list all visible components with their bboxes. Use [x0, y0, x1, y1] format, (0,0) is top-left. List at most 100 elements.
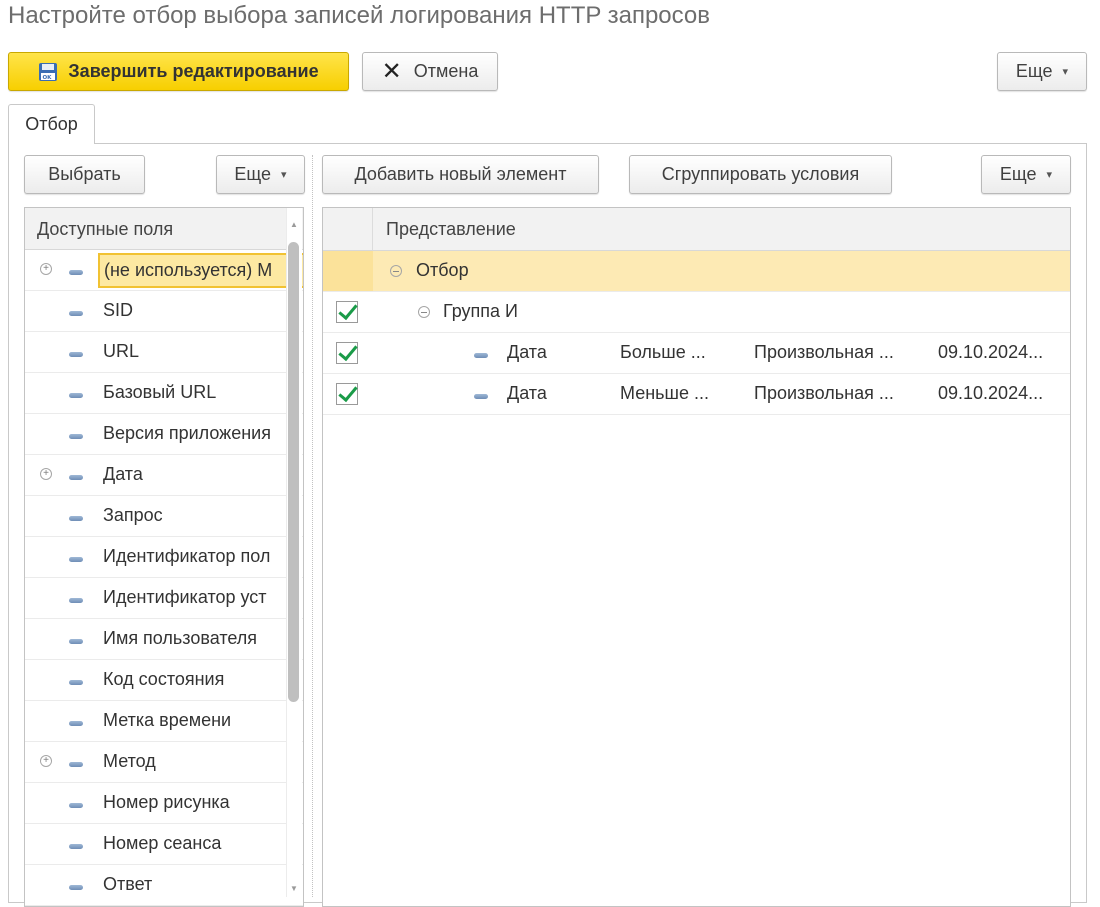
field-item[interactable]: + (не используется) М: [25, 250, 303, 291]
condition-checkbox[interactable]: [336, 383, 358, 405]
condition-comparison: Больше ...: [620, 342, 706, 362]
expand-plus-icon[interactable]: +: [40, 263, 52, 275]
field-icon: [69, 598, 83, 603]
condition-checkbox[interactable]: [336, 342, 358, 364]
field-icon: [69, 680, 83, 685]
field-item[interactable]: Запрос: [25, 496, 303, 537]
field-item[interactable]: SID: [25, 291, 303, 332]
group-conditions-label: Сгруппировать условия: [661, 164, 860, 184]
field-icon: [69, 844, 83, 849]
filter-condition-row[interactable]: Дата Меньше ... Произвольная ... 09.10.2…: [323, 374, 1070, 415]
toolbar-more-label: Еще: [1015, 61, 1053, 81]
condition-value-type: Произвольная ...: [754, 342, 894, 362]
tab-filter-label: Отбор: [25, 114, 78, 134]
floppy-disk-icon: OK: [39, 62, 58, 81]
field-item-label: Запрос: [103, 505, 163, 525]
group-conditions-button[interactable]: Сгруппировать условия: [629, 155, 892, 194]
field-item-label: Номер рисунка: [103, 792, 230, 812]
field-item[interactable]: Идентификатор уст: [25, 578, 303, 619]
field-item-label: Метод: [103, 751, 156, 771]
filter-root-row[interactable]: Отбор: [323, 251, 1070, 292]
check-column-header: [323, 208, 373, 250]
field-item-label: URL: [103, 341, 140, 361]
field-item[interactable]: Имя пользователя: [25, 619, 303, 660]
panel-splitter[interactable]: [312, 155, 313, 897]
select-label: Выбрать: [48, 164, 121, 184]
chevron-down-icon: ▾: [1046, 169, 1053, 181]
field-item-label: Идентификатор пол: [103, 546, 271, 566]
cancel-button[interactable]: ✕ Отмена: [362, 52, 498, 91]
fields-scrollbar-thumb[interactable]: [288, 242, 299, 702]
field-item-label: Метка времени: [103, 710, 232, 730]
chevron-down-icon: ▾: [281, 169, 287, 181]
field-icon: [69, 311, 83, 316]
available-fields-header: Доступные поля: [25, 208, 303, 250]
add-new-element-label: Добавить новый элемент: [354, 164, 567, 184]
field-icon: [474, 353, 488, 358]
field-item[interactable]: Идентификатор пол: [25, 537, 303, 578]
collapse-minus-icon[interactable]: [390, 265, 402, 277]
expand-plus-icon[interactable]: +: [40, 468, 52, 480]
field-item[interactable]: URL: [25, 332, 303, 373]
field-item[interactable]: Ответ: [25, 865, 303, 906]
field-item[interactable]: Версия приложения: [25, 414, 303, 455]
field-item[interactable]: Метка времени: [25, 701, 303, 742]
close-icon: ✕: [381, 57, 402, 85]
field-icon: [69, 270, 83, 275]
collapse-minus-icon[interactable]: [418, 306, 430, 318]
filter-group-row[interactable]: Группа И: [323, 292, 1070, 333]
field-item[interactable]: + Метод: [25, 742, 303, 783]
field-item-label: Дата: [103, 464, 143, 484]
field-item[interactable]: Базовый URL: [25, 373, 303, 414]
filter-group-label: Группа И: [443, 301, 518, 321]
root-check-cell: [323, 251, 373, 291]
field-item[interactable]: Код состояния: [25, 660, 303, 701]
left-more-label: Еще: [234, 164, 272, 184]
tab-filter[interactable]: Отбор: [8, 104, 95, 144]
field-icon: [69, 721, 83, 726]
field-icon: [69, 762, 83, 767]
field-icon: [69, 393, 83, 398]
toolbar-more-button[interactable]: Еще ▾: [997, 52, 1087, 91]
select-button[interactable]: Выбрать: [24, 155, 145, 194]
filter-conditions-grid: Представление Отбор Группа И Дата Больше…: [322, 207, 1071, 907]
field-item-label: Ответ: [103, 874, 153, 894]
chevron-down-icon: ▾: [1062, 66, 1069, 78]
condition-field: Дата: [507, 383, 547, 403]
finish-editing-label: Завершить редактирование: [68, 61, 319, 81]
field-icon: [69, 557, 83, 562]
field-item-label: SID: [103, 300, 134, 320]
field-item-label: Версия приложения: [103, 423, 271, 443]
field-icon: [69, 803, 83, 808]
field-item[interactable]: Номер рисунка: [25, 783, 303, 824]
condition-value: 09.10.2024...: [938, 383, 1044, 403]
filter-condition-row[interactable]: Дата Больше ... Произвольная ... 09.10.2…: [323, 333, 1070, 374]
field-icon: [69, 475, 83, 480]
condition-comparison: Меньше ...: [620, 383, 709, 403]
group-checkbox[interactable]: [336, 301, 358, 323]
field-item[interactable]: Номер сеанса: [25, 824, 303, 865]
field-icon: [69, 639, 83, 644]
condition-value-type: Произвольная ...: [754, 383, 894, 403]
grid-header: Представление: [323, 208, 1070, 251]
finish-editing-button[interactable]: OK Завершить редактирование: [8, 52, 349, 91]
scroll-down-arrow-icon[interactable]: ▼: [288, 884, 300, 893]
right-more-button[interactable]: Еще ▾: [981, 155, 1071, 194]
svg-text:OK: OK: [43, 75, 53, 81]
page-title: Настройте отбор выбора записей логирован…: [8, 2, 710, 29]
field-item-label: (не используется) М: [98, 253, 303, 288]
field-item[interactable]: + Дата: [25, 455, 303, 496]
left-more-button[interactable]: Еще ▾: [216, 155, 305, 194]
field-icon: [69, 885, 83, 890]
field-icon: [69, 352, 83, 357]
field-icon: [69, 434, 83, 439]
right-more-label: Еще: [999, 164, 1037, 184]
expand-plus-icon[interactable]: +: [40, 755, 52, 767]
representation-column-header: Представление: [386, 219, 516, 239]
field-item-label: Базовый URL: [103, 382, 217, 402]
add-new-element-button[interactable]: Добавить новый элемент: [322, 155, 599, 194]
condition-field: Дата: [507, 342, 547, 362]
scroll-up-arrow-icon[interactable]: ▲: [288, 220, 300, 229]
field-item-label: Имя пользователя: [103, 628, 258, 648]
field-item-label: Номер сеанса: [103, 833, 222, 853]
